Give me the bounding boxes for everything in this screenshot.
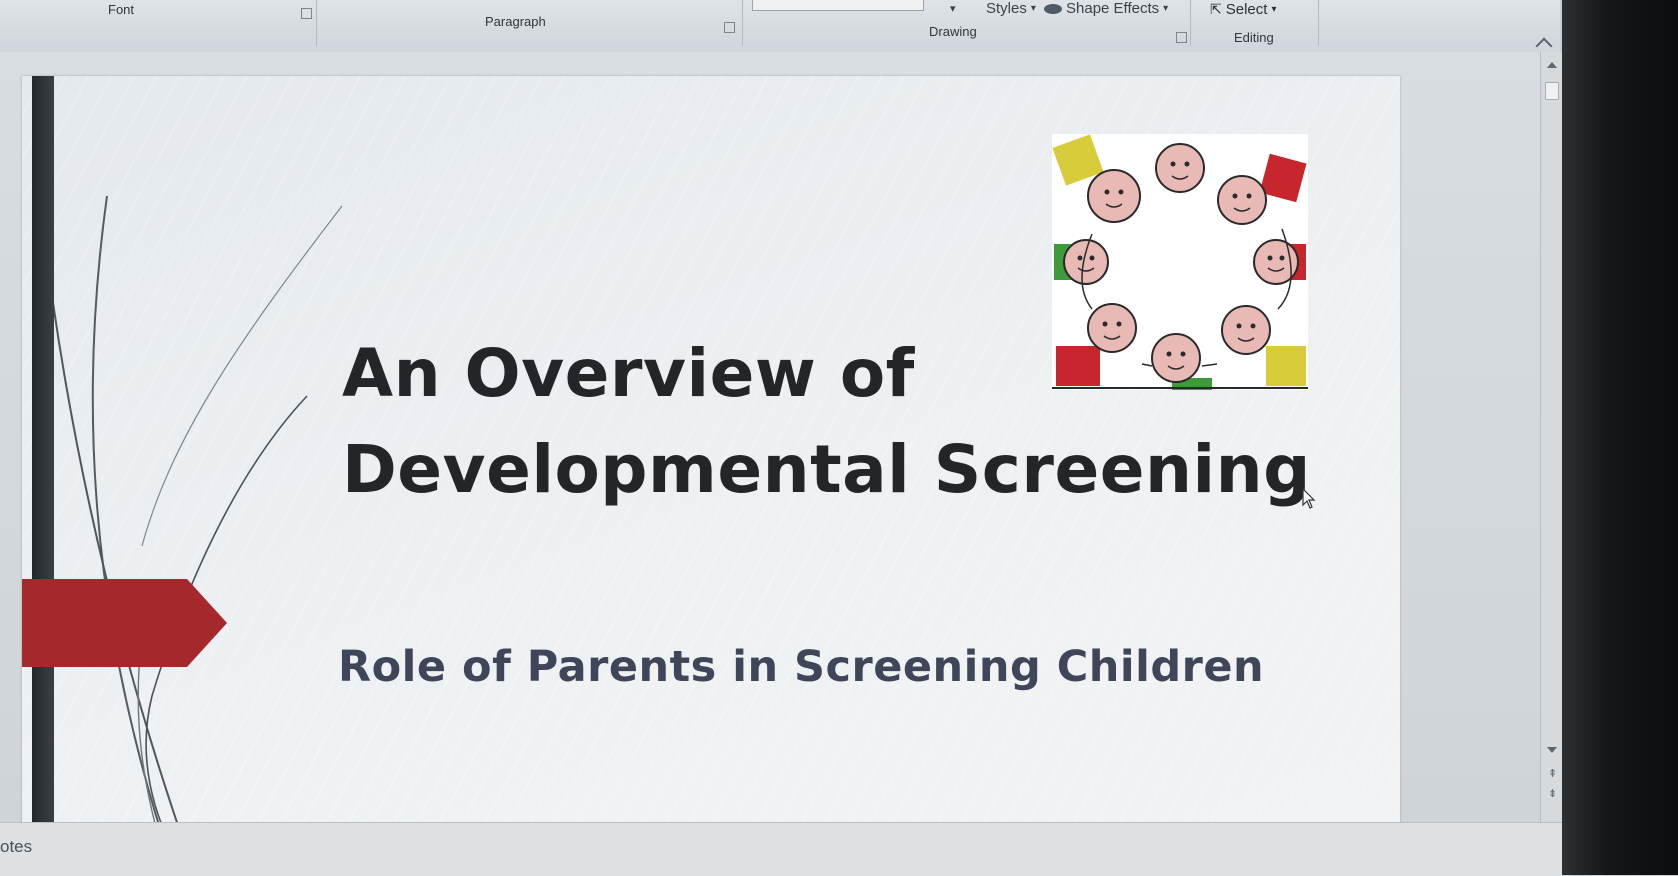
shape-effects-button[interactable]: Shape Effects ▾ (1044, 0, 1168, 17)
font-dialog-launcher[interactable] (301, 8, 312, 19)
children-clipart-icon (1052, 134, 1308, 390)
dropdown-arrow-icon: ▾ (1163, 3, 1169, 14)
slide[interactable]: An Overview of Developmental Screening R… (22, 76, 1400, 866)
title-line-2: Developmental Screening (342, 431, 1311, 508)
vertical-scrollbar[interactable]: ⇞ ⇟ (1540, 52, 1563, 822)
shape-gallery[interactable] (752, 0, 924, 11)
slide-editing-area: An Overview of Developmental Screening R… (0, 52, 1540, 866)
ribbon-separator (742, 0, 743, 46)
select-button[interactable]: ⇱ Select ▾ (1210, 1, 1276, 18)
previous-slide-icon[interactable]: ⇞ (1548, 767, 1557, 780)
ribbon-group-drawing-label: Drawing (929, 24, 977, 39)
drawing-dialog-launcher[interactable] (1176, 32, 1187, 43)
paragraph-dialog-launcher[interactable] (724, 22, 735, 33)
scroll-down-arrow-icon[interactable] (1547, 747, 1557, 753)
ribbon-separator (316, 0, 317, 46)
slide-subtitle[interactable]: Role of Parents in Screening Children (338, 642, 1338, 692)
quick-styles-button[interactable]: Styles ▾ (986, 0, 1036, 17)
dropdown-arrow-icon: ▾ (1271, 4, 1277, 15)
red-pentagon-arrow (22, 579, 227, 667)
ribbon-group-font-label: Font (108, 2, 135, 17)
select-label: Select (1225, 1, 1268, 18)
select-cursor-icon: ⇱ (1210, 1, 1222, 17)
slide-accent-bar (32, 76, 54, 866)
notes-pane[interactable]: otes (0, 822, 1562, 876)
notes-label: otes (0, 837, 33, 856)
ribbon-separator (1190, 0, 1191, 46)
monitor-bezel (1562, 0, 1678, 875)
scroll-up-arrow-icon[interactable] (1547, 62, 1557, 68)
next-slide-icon[interactable]: ⇟ (1548, 787, 1557, 800)
scrollbar-thumb[interactable] (1545, 82, 1559, 100)
ribbon-group-paragraph-label: Paragraph (485, 14, 546, 29)
ribbon: Font Paragraph ▾ Styles ▾ Shape Effects … (0, 0, 1560, 55)
quick-styles-label: Styles (986, 0, 1027, 17)
mouse-cursor-icon (1302, 488, 1316, 509)
dropdown-arrow-icon: ▾ (1030, 3, 1036, 14)
ribbon-separator (1318, 0, 1319, 46)
gallery-more-icon[interactable]: ▾ (950, 2, 956, 15)
ribbon-group-editing-label: Editing (1234, 30, 1274, 45)
children-circle-clipart[interactable] (1052, 134, 1308, 390)
shape-effects-label: Shape Effects (1066, 0, 1160, 17)
shape-effects-icon (1044, 3, 1062, 14)
